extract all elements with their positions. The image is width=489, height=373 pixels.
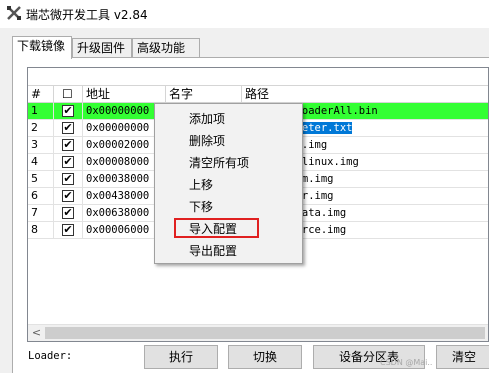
loader-label: Loader: (28, 350, 73, 362)
row-checkbox[interactable]: ✔ (62, 207, 74, 219)
horizontal-scrollbar[interactable]: < (28, 324, 488, 341)
row-num: 8 (28, 222, 54, 238)
tab-download-image[interactable]: 下载镜像 (12, 36, 72, 59)
tab-upgrade-firmware[interactable]: 升级固件 (72, 38, 132, 58)
row-checkbox[interactable]: ✔ (62, 139, 74, 151)
row-check-cell: ✔ (54, 188, 83, 204)
menu-item-export-config[interactable]: 导出配置 (189, 243, 237, 259)
row-check-cell: ✔ (54, 171, 83, 187)
row-num: 4 (28, 154, 54, 170)
row-num: 6 (28, 188, 54, 204)
switch-button[interactable]: 切换 (228, 345, 302, 369)
row-check-cell: ✔ (54, 137, 83, 153)
context-menu: 添加项 删除项 清空所有项 上移 下移 导入配置 导出配置 (154, 103, 303, 264)
row-checkbox[interactable]: ✔ (62, 190, 74, 202)
col-header-name[interactable]: 名字 (166, 86, 242, 103)
table-top-area (28, 68, 488, 85)
highlight-box (174, 218, 259, 238)
col-header-num[interactable]: # (28, 86, 54, 103)
row-check-cell: ✔ (54, 103, 83, 119)
row-num: 3 (28, 137, 54, 153)
title-bar: 瑞芯微开发工具 v2.84 (0, 0, 489, 28)
row-check-cell: ✔ (54, 154, 83, 170)
scrollbar-thumb[interactable] (45, 327, 485, 339)
menu-item-move-up[interactable]: 上移 (189, 177, 213, 193)
menu-item-clear-all[interactable]: 清空所有项 (189, 155, 249, 171)
col-header-path[interactable]: 路径 (242, 86, 488, 103)
run-button[interactable]: 执行 (144, 345, 218, 369)
window-title: 瑞芯微开发工具 v2.84 (26, 8, 148, 22)
row-num: 5 (28, 171, 54, 187)
row-checkbox[interactable]: ✔ (62, 122, 74, 134)
col-header-check[interactable]: ☐ (54, 86, 83, 103)
row-checkbox[interactable]: ✔ (62, 156, 74, 168)
menu-item-add[interactable]: 添加项 (189, 111, 225, 127)
row-num: 2 (28, 120, 54, 136)
row-checkbox[interactable]: ✔ (62, 105, 74, 117)
watermark: CSDN @Mai.. (380, 358, 433, 367)
row-num: 7 (28, 205, 54, 221)
menu-item-move-down[interactable]: 下移 (189, 199, 213, 215)
row-checkbox[interactable]: ✔ (62, 173, 74, 185)
menu-item-delete[interactable]: 删除项 (189, 133, 225, 149)
col-header-address[interactable]: 地址 (83, 86, 166, 103)
row-num: 1 (28, 103, 54, 119)
row-check-cell: ✔ (54, 222, 83, 238)
app-icon (6, 5, 22, 21)
table-header: # ☐ 地址 名字 路径 (28, 85, 488, 103)
clear-button[interactable]: 清空 (436, 345, 489, 369)
row-checkbox[interactable]: ✔ (62, 224, 74, 236)
scroll-left-arrow-icon[interactable]: < (28, 325, 45, 341)
row-check-cell: ✔ (54, 120, 83, 136)
row-check-cell: ✔ (54, 205, 83, 221)
tab-advanced[interactable]: 高级功能 (132, 38, 200, 58)
